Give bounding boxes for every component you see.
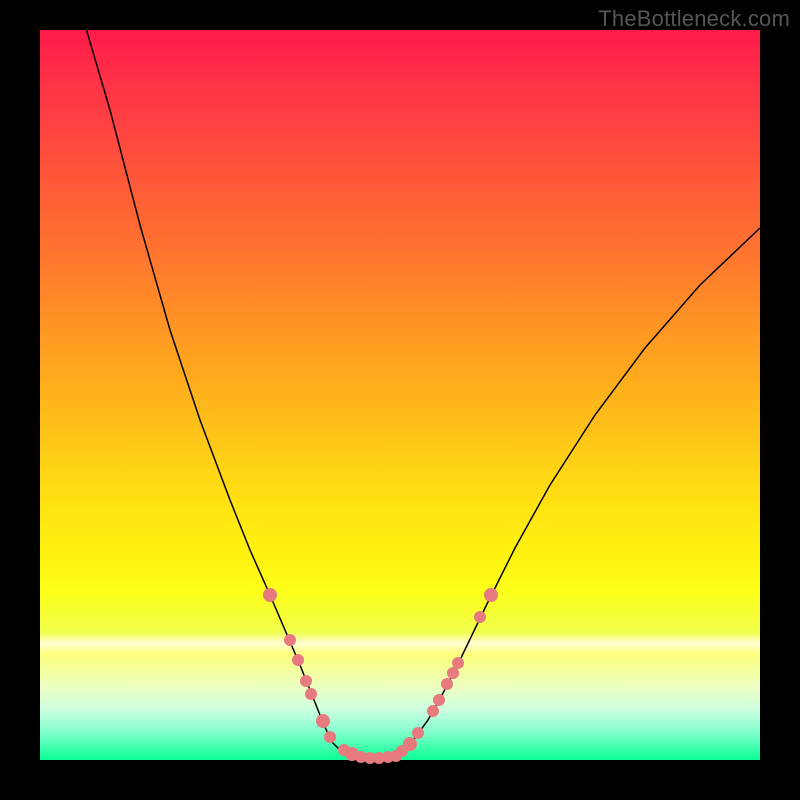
marker-dot <box>484 588 498 602</box>
marker-dot <box>433 694 445 706</box>
marker-dot <box>474 611 486 623</box>
marker-dot <box>284 634 296 646</box>
marker-dot <box>263 588 277 602</box>
bottleneck-curve <box>80 8 760 758</box>
marker-dot <box>452 657 464 669</box>
marker-dot <box>403 737 417 751</box>
marker-dot <box>300 675 312 687</box>
marker-dot <box>412 727 424 739</box>
marker-dot <box>305 688 317 700</box>
marker-dot <box>324 731 336 743</box>
chart-svg <box>40 30 760 760</box>
marker-dot <box>316 714 330 728</box>
marker-group <box>263 588 498 764</box>
marker-dot <box>441 678 453 690</box>
marker-dot <box>427 705 439 717</box>
marker-dot <box>292 654 304 666</box>
chart-plot-area <box>40 30 760 760</box>
watermark-text: TheBottleneck.com <box>598 6 790 32</box>
